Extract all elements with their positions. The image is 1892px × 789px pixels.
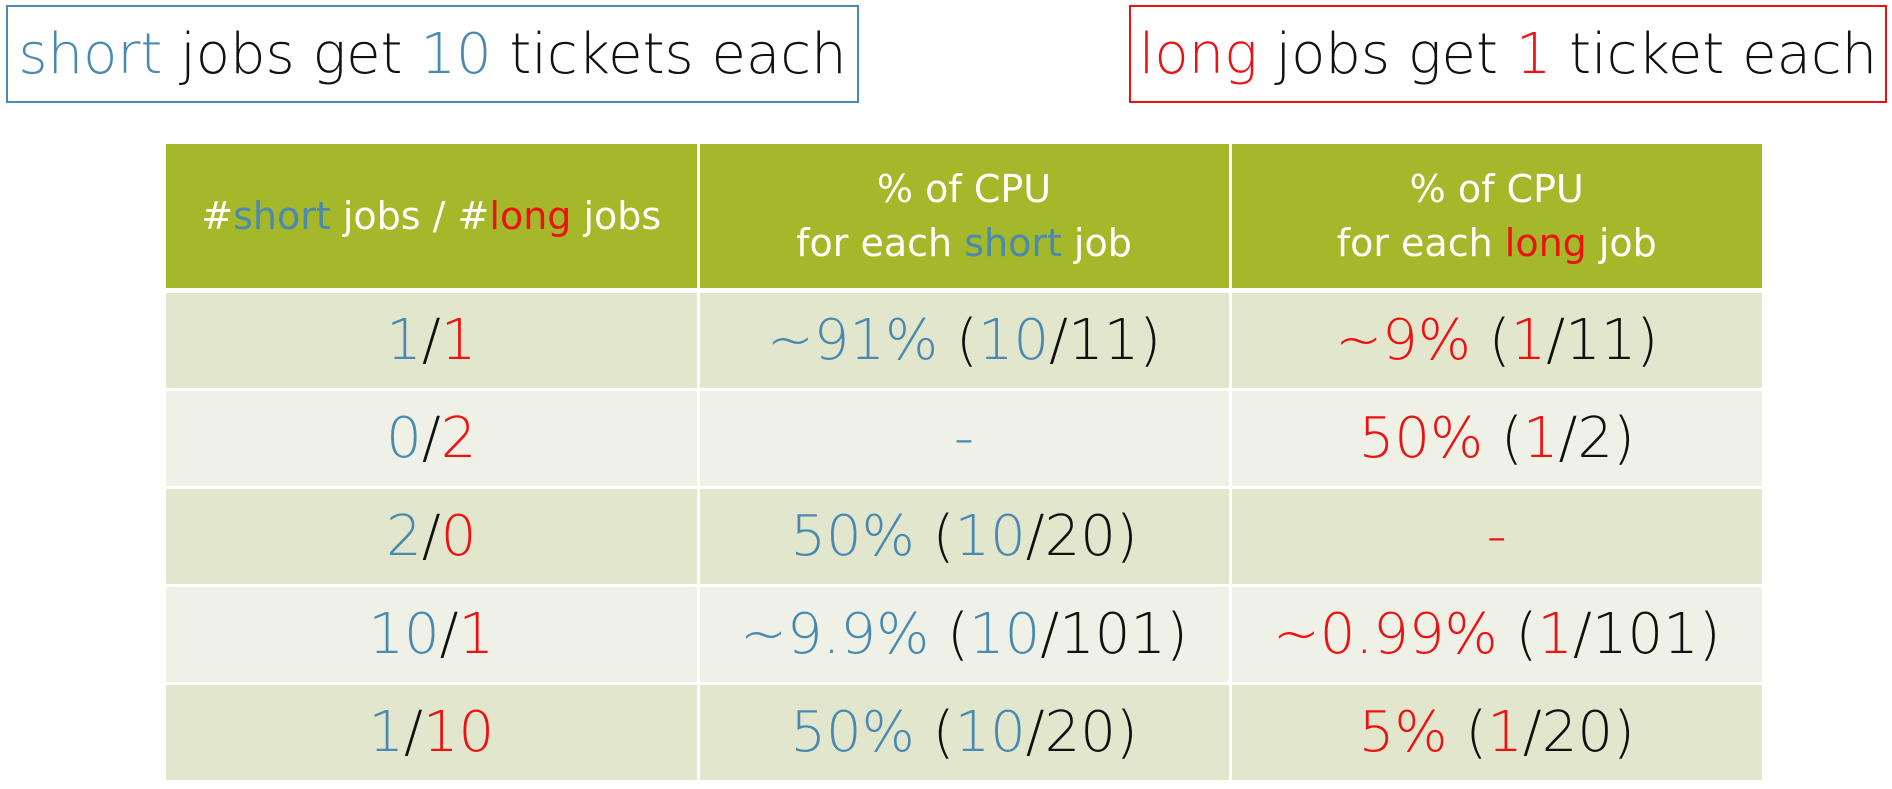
cpu-share-table: #short jobs / #long jobs % of CPU for eac… [166,144,1762,783]
long-cpu-cell: 5% (1/20) [1230,683,1762,783]
ratio-sep: / [421,406,441,471]
header-short-post: job [1061,221,1132,265]
short-pct-open: ( [929,602,969,667]
short-pct-rest: /20) [1025,700,1138,765]
ratio-sep: / [421,504,441,569]
ratio-short: 1 [386,308,422,373]
long-jobs-banner: long jobs get 1 ticket each [1129,5,1887,103]
ratio-short: 1 [368,700,404,765]
header-long-line1: % of CPU [1409,167,1584,211]
long-pct-num: 1 [1487,700,1523,765]
ratio-long: 10 [422,700,495,765]
long-pct-value: 50% [1358,406,1484,471]
table-row: 10/1 ~9.9% (10/101) ~0.99% (1/101) [166,585,1762,685]
long-cpu-cell: ~9% (1/11) [1230,290,1762,391]
short-cpu-cell: - [698,389,1232,489]
ratio-cell: 1/10 [166,683,700,783]
ratio-long: 1 [458,602,495,667]
header-long-pre: for each [1336,221,1505,265]
short-pct-rest: /11) [1049,308,1162,373]
long-cpu-cell: - [1230,487,1762,587]
long-pct-rest: /20) [1522,700,1635,765]
table-row: 0/2 - 50% (1/2) [166,389,1762,489]
long-pct-open: ( [1447,700,1488,765]
header-job-ratio: #short jobs / #long jobs [166,144,700,293]
short-pct-num: 10 [954,700,1026,765]
header-end: jobs [571,194,662,238]
ratio-short: 2 [386,504,422,569]
short-pct-num: 10 [977,308,1050,373]
short-cpu-cell: ~91% (10/11) [698,290,1232,391]
header-short-word: short [233,194,331,238]
header-short-line1: % of CPU [876,167,1052,211]
long-ticket-count: 1 [1515,21,1552,87]
ratio-sep: / [439,602,459,667]
short-pct-num: 10 [968,602,1041,667]
ratio-sep: / [421,308,441,373]
table-row: 1/10 50% (10/20) 5% (1/20) [166,683,1762,783]
short-pct-open: ( [914,504,955,569]
long-pct-num: 1 [1510,308,1547,373]
table-row: 2/0 50% (10/20) - [166,487,1762,587]
short-pct-num: 10 [954,504,1026,569]
header-long-emph: long [1504,221,1587,265]
short-cpu-cell: 50% (10/20) [698,683,1232,783]
short-banner-suffix: tickets each [491,21,847,87]
ratio-short: 10 [368,602,440,667]
long-banner-suffix: ticket each [1551,21,1878,87]
ratio-cell: 0/2 [166,389,700,489]
short-word: short [18,21,163,87]
short-pct-value: 50% [790,504,915,569]
short-banner-middle: jobs get [162,21,421,87]
short-jobs-banner: short jobs get 10 tickets each [6,5,859,103]
ratio-cell: 2/0 [166,487,700,587]
long-pct-value: ~9% [1335,308,1471,373]
header-long-post: job [1586,221,1657,265]
long-word: long [1138,21,1258,87]
long-pct-value: - [1486,504,1507,569]
long-pct-open: ( [1470,308,1511,373]
long-pct-value: ~0.99% [1272,602,1498,667]
ratio-long: 1 [440,308,477,373]
short-cpu-cell: ~9.9% (10/101) [698,585,1232,685]
short-ticket-count: 10 [420,21,492,87]
long-banner-middle: jobs get [1257,21,1516,87]
ratio-cell: 1/1 [166,290,700,391]
short-pct-value: ~91% [766,308,939,373]
long-cpu-cell: ~0.99% (1/101) [1230,585,1762,685]
short-pct-open: ( [914,700,955,765]
short-cpu-cell: 50% (10/20) [698,487,1232,587]
header-short-emph: short [964,221,1062,265]
long-pct-value: 5% [1358,700,1448,765]
short-pct-value: 50% [790,700,915,765]
long-pct-open: ( [1483,406,1523,471]
ratio-sep: / [404,700,423,765]
long-pct-num: 1 [1522,406,1559,471]
short-pct-rest: /20) [1025,504,1138,569]
short-pct-open: ( [938,308,978,373]
long-pct-rest: /2) [1558,406,1635,471]
long-pct-rest: /11) [1546,308,1659,373]
long-pct-rest: /101) [1573,602,1721,667]
header-long-cpu: % of CPU for each long job [1230,144,1762,293]
ratio-short: 0 [386,406,422,471]
header-hash: # [201,194,234,238]
ratio-long: 0 [440,504,477,569]
table-header-row: #short jobs / #long jobs % of CPU for eac… [166,144,1762,293]
short-pct-value: ~9.9% [740,602,930,667]
long-pct-num: 1 [1537,602,1573,667]
short-pct-rest: /101) [1040,602,1188,667]
header-short-cpu: % of CPU for each short job [698,144,1232,293]
ratio-cell: 10/1 [166,585,700,685]
long-cpu-cell: 50% (1/2) [1230,389,1762,489]
ratio-long: 2 [440,406,477,471]
header-mid: jobs / # [330,194,490,238]
short-pct-value: - [953,406,975,471]
table-row: 1/1 ~91% (10/11) ~9% (1/11) [166,290,1762,391]
long-pct-open: ( [1497,602,1538,667]
header-long-word: long [489,194,572,238]
header-short-pre: for each [796,221,965,265]
